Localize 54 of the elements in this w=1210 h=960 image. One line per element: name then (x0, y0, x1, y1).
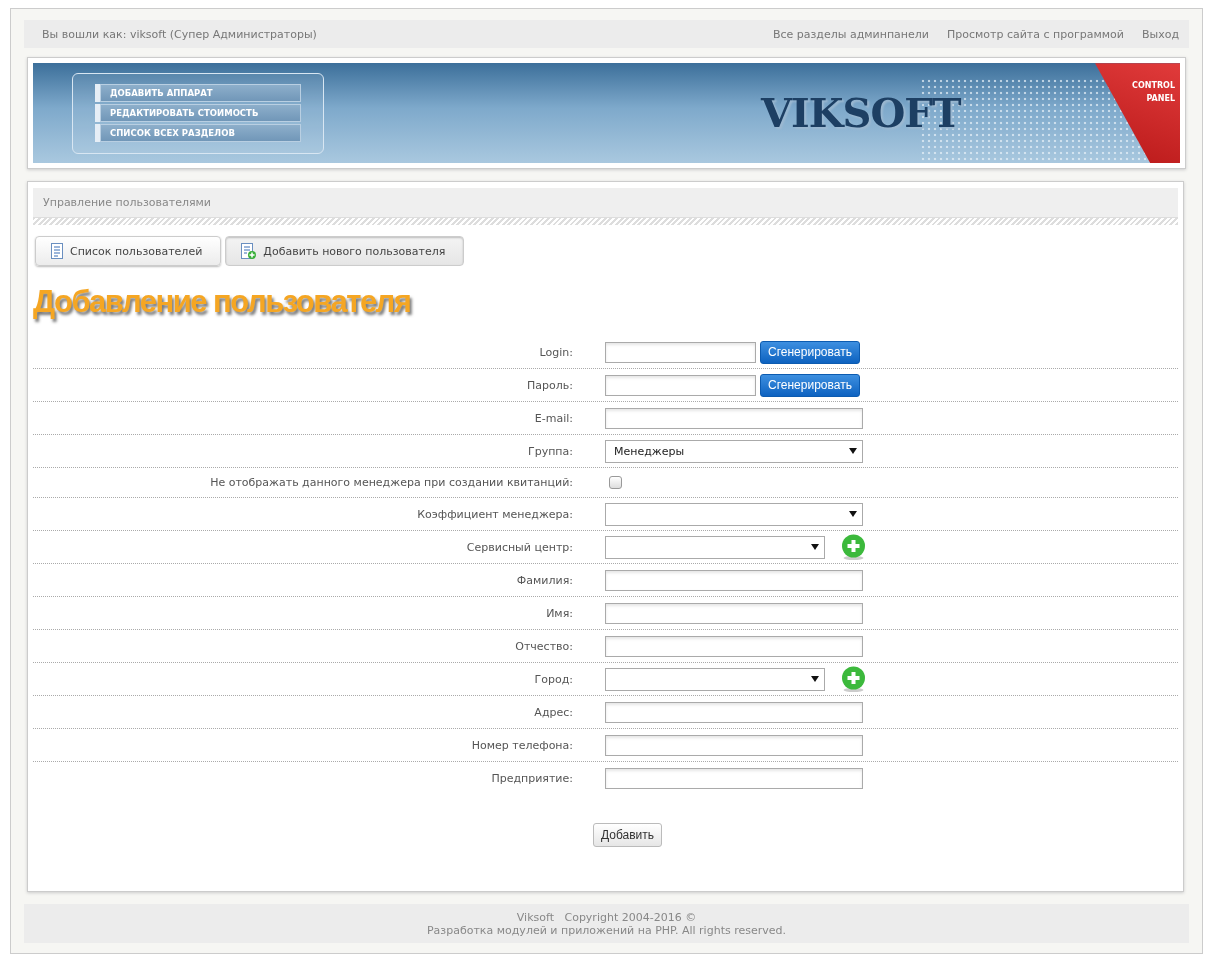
nav-link[interactable]: Выход (1141, 27, 1179, 41)
add-icon[interactable] (841, 534, 866, 561)
field-label: Не отображать данного менеджера при создании квитанций: (210, 476, 573, 490)
footer-text: Viksoft Copyright 2004-2016 © (516, 910, 697, 924)
field-label: Сервисный центр: (466, 540, 573, 554)
section-title: Управление пользователями (33, 188, 1178, 219)
caret-icon (849, 511, 857, 518)
field-label: Номер телефона: (471, 738, 573, 752)
caret-icon (811, 676, 819, 683)
field-label: Коэффициент менеджера: (417, 507, 573, 521)
caret-icon (849, 448, 857, 455)
field-label: Предприятие: (491, 772, 573, 786)
input-field[interactable] (605, 701, 863, 723)
corner-badge: CONTROL PANEL (1095, 63, 1180, 164)
menu-item[interactable]: СПИСОК ВСЕХ РАЗДЕЛОВ (95, 123, 301, 142)
add-button[interactable]: Добавить (592, 823, 662, 848)
field-label: Фамилия: (516, 573, 573, 587)
nav-link[interactable]: Просмотр сайта с программой (946, 27, 1124, 41)
document-add-icon (240, 243, 258, 260)
menu-item[interactable]: РЕДАКТИРОВАТЬ СТОИМОСТЬ (95, 103, 301, 122)
tab[interactable]: Добавить нового пользователя (225, 236, 465, 267)
input-field[interactable] (605, 407, 863, 429)
field-label: Login: (539, 345, 573, 359)
dropdown[interactable] (605, 535, 825, 559)
field-label: Город: (534, 672, 573, 686)
input-field[interactable] (605, 341, 756, 363)
dropdown[interactable]: Менеджеры (605, 439, 863, 463)
field-label: Имя: (546, 606, 573, 620)
generate-button[interactable]: Сгенерировать (760, 340, 860, 364)
input-field[interactable] (605, 768, 863, 790)
menu-item[interactable]: ДОБАВИТЬ АППАРАТ (95, 83, 301, 102)
field-label: Группа: (527, 444, 573, 458)
caret-icon (811, 544, 819, 551)
logo-text: VIKSOFT (761, 89, 961, 137)
checkbox[interactable] (609, 476, 622, 490)
field-label: Адрес: (534, 705, 573, 719)
field-label: Отчество: (515, 639, 573, 653)
document-icon (50, 243, 64, 260)
input-field[interactable] (605, 602, 863, 624)
generate-button[interactable]: Сгенерировать (760, 373, 860, 397)
field-label: E-mail: (534, 411, 573, 425)
tab[interactable]: Список пользователей (35, 236, 222, 267)
dropdown[interactable] (605, 667, 825, 691)
dropdown[interactable] (605, 502, 863, 526)
input-field[interactable] (605, 635, 863, 657)
input-field[interactable] (605, 569, 863, 591)
user-status-text: Вы вошли как: viksoft (Супер Администраторы) (42, 27, 317, 41)
input-field[interactable] (605, 734, 863, 756)
nav-link[interactable]: Все разделы админпанели (772, 27, 929, 41)
footer-text: Разработка модулей и приложений на PHP. All rights reserved. (427, 923, 786, 937)
field-label: Пароль: (527, 378, 573, 392)
page-heading: Добавление пользователя (33, 284, 411, 321)
add-icon[interactable] (841, 666, 866, 693)
input-field[interactable] (605, 374, 756, 396)
